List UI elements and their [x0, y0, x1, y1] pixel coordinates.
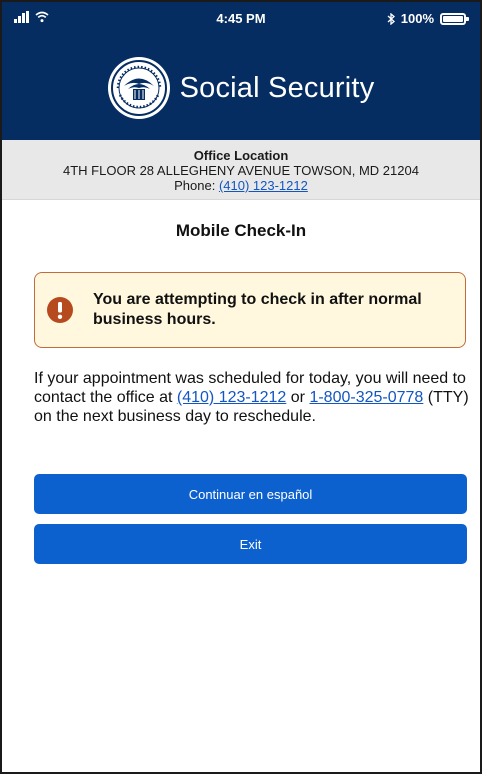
page-title: Mobile Check-In: [175, 221, 307, 240]
office-phone-link[interactable]: (410) 123-1212: [219, 178, 308, 193]
continue-spanish-button[interactable]: Continuar en español: [34, 474, 467, 514]
phone-screen: 4:45 PM 100% Social Security Office Loca…: [0, 0, 482, 774]
office-phone-label: Phone:: [174, 178, 216, 193]
battery-icon: [440, 12, 469, 25]
office-phone-message-link[interactable]: (410) 123-1212: [177, 389, 286, 406]
office-address: 4TH FLOOR 28 ALLEGHENY AVENUE TOWSON, MD…: [63, 163, 419, 178]
office-heading: Office Location: [193, 148, 289, 163]
after-hours-alert: You are attempting to check in after nor…: [34, 272, 466, 348]
app-title: Social Security: [179, 71, 375, 104]
ssa-seal-icon: [107, 57, 170, 119]
battery-fill: [443, 15, 463, 22]
exit-button[interactable]: Exit: [34, 524, 467, 564]
app-header: Social Security: [2, 36, 480, 140]
status-right: 100%: [387, 11, 469, 26]
message-part-2: or: [286, 389, 310, 406]
status-bar: 4:45 PM 100%: [2, 2, 480, 36]
office-phone-line: Phone: (410) 123-1212: [2, 178, 480, 193]
tty-phone-link[interactable]: 1-800-325-0778: [309, 389, 423, 406]
office-location-panel: Office Location 4TH FLOOR 28 ALLEGHENY A…: [2, 140, 480, 200]
battery-percent: 100%: [400, 11, 434, 26]
exclamation-icon: [47, 297, 73, 323]
reschedule-message: If your appointment was scheduled for to…: [34, 369, 474, 426]
alert-text: You are attempting to check in after nor…: [93, 291, 422, 328]
bluetooth-icon: [387, 12, 395, 25]
